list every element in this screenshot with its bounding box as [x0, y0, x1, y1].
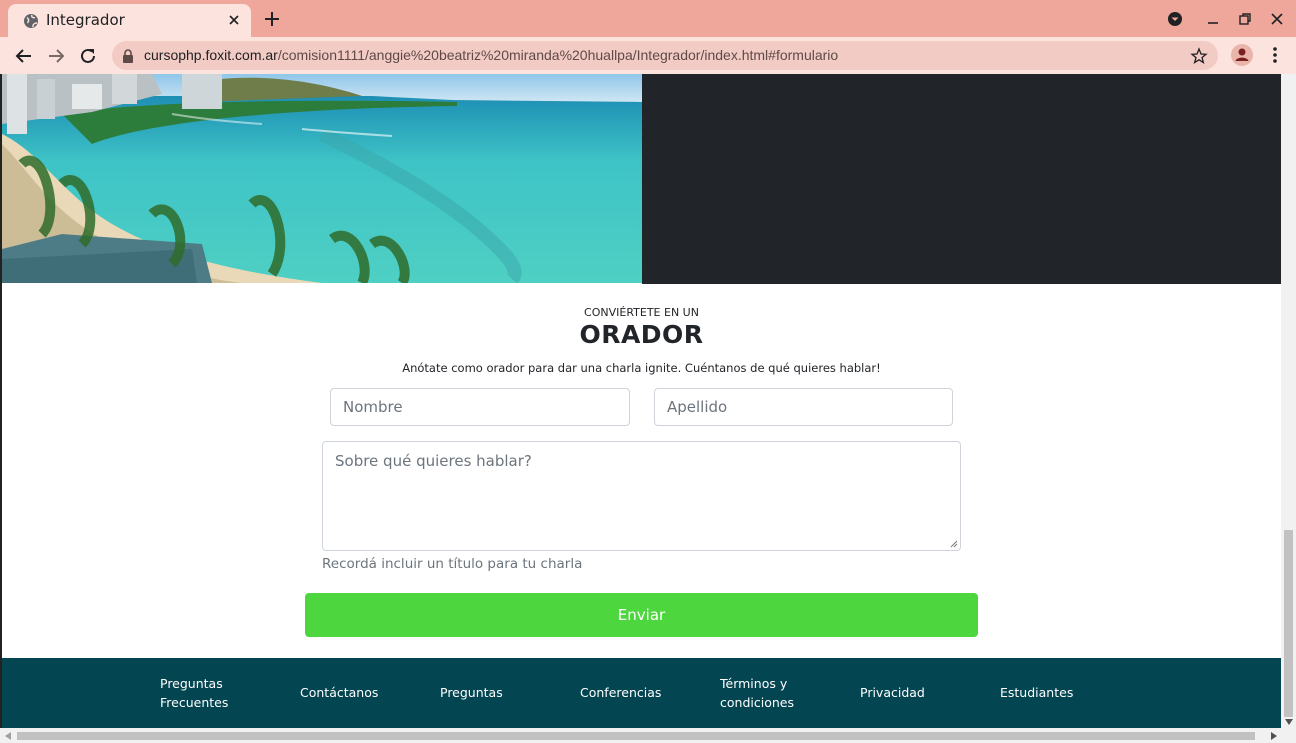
footer: Preguntas Frecuentes Contáctanos Pregunt… — [2, 658, 1281, 728]
section-kicker: CONVIÉRTETE EN UN — [584, 306, 699, 319]
restore-icon[interactable] — [1236, 10, 1254, 28]
browser-tab-strip: Integrador — [0, 0, 1296, 37]
footer-link-privacy[interactable]: Privacidad — [860, 683, 925, 702]
scroll-left-arrow-icon[interactable] — [5, 732, 11, 740]
new-tab-icon[interactable] — [262, 9, 282, 29]
person-icon — [1235, 48, 1249, 61]
menu-kebab-icon[interactable] — [1265, 45, 1285, 65]
resize-grip-icon[interactable] — [950, 540, 958, 548]
footer-link-students[interactable]: Estudiantes — [1000, 683, 1073, 702]
minimize-icon[interactable] — [1204, 10, 1222, 28]
last-name-input[interactable]: Apellido — [654, 388, 953, 426]
vertical-scroll-thumb[interactable] — [1284, 530, 1293, 717]
reload-icon[interactable] — [77, 45, 99, 67]
topic-textarea[interactable]: Sobre qué quieres hablar? — [322, 441, 961, 551]
scroll-right-arrow-icon[interactable] — [1271, 732, 1277, 740]
forward-icon[interactable] — [45, 45, 67, 67]
back-icon[interactable] — [13, 45, 35, 67]
address-bar[interactable]: cursophp.foxit.com.ar/comision1111/anggi… — [112, 41, 1218, 70]
close-icon[interactable] — [226, 12, 242, 28]
vertical-scrollbar[interactable] — [1281, 74, 1296, 743]
horizontal-scrollbar[interactable] — [0, 728, 1281, 743]
footer-link-questions[interactable]: Preguntas — [440, 683, 503, 702]
footer-link-conferences[interactable]: Conferencias — [580, 683, 661, 702]
footer-link-line: Preguntas — [160, 676, 223, 691]
footer-link-terms[interactable]: Términos y condiciones — [720, 674, 794, 712]
browser-tab[interactable]: Integrador — [8, 4, 251, 37]
lock-icon[interactable] — [121, 48, 135, 64]
url-path: /comision1111/anggie%20beatriz%20miranda… — [277, 47, 839, 63]
tab-search-icon[interactable] — [1166, 10, 1184, 28]
scroll-down-arrow-icon[interactable] — [1285, 719, 1293, 725]
bookmark-star-icon[interactable] — [1190, 47, 1208, 65]
first-name-input[interactable]: Nombre — [330, 388, 630, 426]
dark-panel — [642, 74, 1281, 284]
beach-photo-illustration — [2, 74, 642, 283]
footer-link-line: Frecuentes — [160, 695, 229, 710]
browser-toolbar: cursophp.foxit.com.ar/comision1111/anggi… — [0, 37, 1296, 74]
page-viewport: CONVIÉRTETE EN UN ORADOR Anótate como or… — [0, 74, 1296, 743]
topic-help-text: Recordá incluir un título para tu charla — [322, 556, 583, 572]
profile-avatar[interactable] — [1231, 44, 1253, 66]
section-lead: Anótate como orador para dar una charla … — [402, 361, 881, 375]
horizontal-scroll-thumb[interactable] — [17, 732, 1255, 740]
topic-placeholder: Sobre qué quieres hablar? — [335, 452, 532, 470]
submit-button[interactable]: Enviar — [305, 593, 978, 637]
footer-link-contact[interactable]: Contáctanos — [300, 683, 378, 702]
section-heading: ORADOR — [579, 320, 704, 349]
url-text[interactable]: cursophp.foxit.com.ar/comision1111/anggi… — [144, 47, 838, 63]
footer-link-line: condiciones — [720, 695, 794, 710]
beach-photo — [2, 74, 642, 283]
footer-link-faq[interactable]: Preguntas Frecuentes — [160, 674, 228, 712]
globe-icon — [24, 14, 38, 28]
footer-link-line: Términos y — [720, 676, 788, 691]
tab-title: Integrador — [46, 11, 125, 29]
window-close-icon[interactable] — [1268, 10, 1286, 28]
url-host: cursophp.foxit.com.ar — [144, 47, 278, 63]
